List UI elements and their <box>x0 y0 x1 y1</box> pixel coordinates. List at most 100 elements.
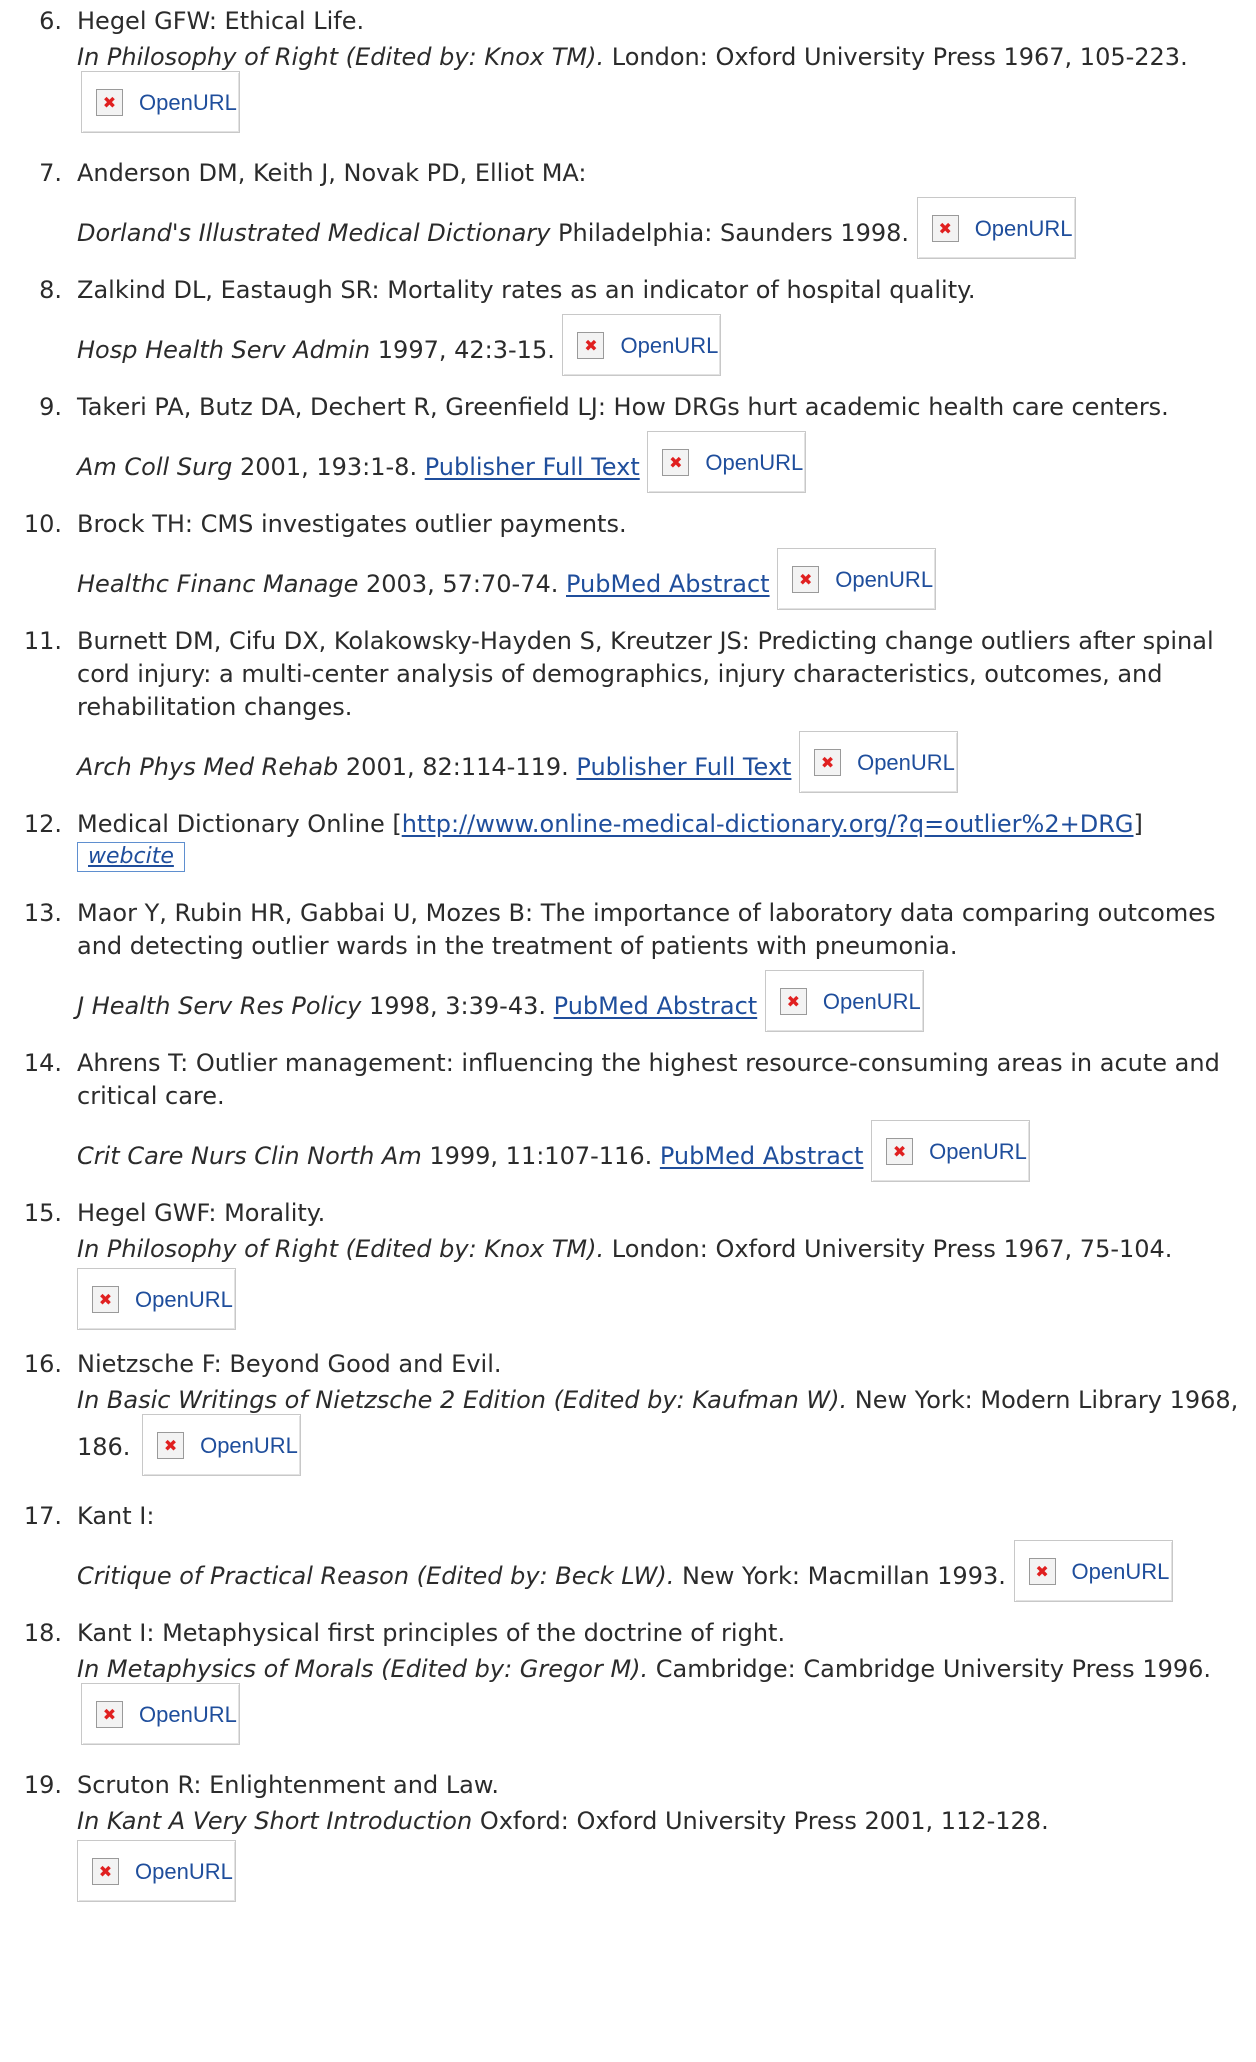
source-details: London: Oxford University Press 1967, 75… <box>604 1235 1173 1263</box>
openurl-label: OpenURL <box>929 1138 1027 1164</box>
openurl-label: OpenURL <box>822 988 921 1014</box>
reference-citation: Crit Care Nurs Clin North Am 1999, 11:10… <box>77 1120 1248 1188</box>
broken-image-icon <box>931 214 959 242</box>
openurl-label: OpenURL <box>135 1286 233 1312</box>
broken-image-icon <box>1028 1557 1056 1585</box>
reference-number: 14. <box>23 1049 62 1077</box>
reference-citation: Healthc Financ Manage 2003, 57:70-74. Pu… <box>77 548 1248 616</box>
reference-number: 8. <box>39 276 62 304</box>
source-title: Hosp Health Serv Admin <box>77 336 371 364</box>
reference-list: 6. Hegel GFW: Ethical Life. In Philosoph… <box>0 0 1256 1902</box>
openurl-label: OpenURL <box>135 1858 233 1884</box>
reference-item: 13. Maor Y, Rubin HR, Gabbai U, Mozes B:… <box>0 897 1256 1038</box>
dictionary-url-link[interactable]: http://www.online-medical-dictionary.org… <box>402 810 1134 838</box>
openurl-label: OpenURL <box>1071 1558 1170 1584</box>
source-details: London: Oxford University Press 1967, 10… <box>604 43 1188 71</box>
source-title: Dorland's Illustrated Medical Dictionary <box>77 219 551 247</box>
openurl-label: OpenURL <box>974 215 1073 241</box>
openurl-label: OpenURL <box>200 1432 298 1458</box>
publisher-full-text-link[interactable]: Publisher Full Text <box>425 453 640 481</box>
reference-number: 7. <box>39 159 62 187</box>
reference-item: 14. Ahrens T: Outlier management: influe… <box>0 1047 1256 1188</box>
broken-image-icon <box>662 448 690 476</box>
broken-image-icon <box>886 1137 914 1165</box>
openurl-button[interactable]: OpenURL <box>1013 1540 1173 1602</box>
pubmed-abstract-link[interactable]: PubMed Abstract <box>660 1142 864 1170</box>
reference-title: Kant I: <box>77 1502 155 1530</box>
reference-number: 17. <box>23 1502 62 1530</box>
reference-item: 9. Takeri PA, Butz DA, Dechert R, Greenf… <box>0 391 1256 499</box>
openurl-button[interactable]: OpenURL <box>871 1120 1031 1182</box>
source-title: In Philosophy of Right (Edited by: Knox … <box>77 1235 605 1263</box>
pubmed-abstract-link[interactable]: PubMed Abstract <box>566 570 770 598</box>
source-details: Philadelphia: Saunders 1998. <box>550 219 910 247</box>
reference-citation: J Health Serv Res Policy 1998, 3:39-43. … <box>77 970 1248 1038</box>
source-title: Critique of Practical Reason (Edited by:… <box>77 1562 675 1590</box>
reference-title-end: ] <box>1133 810 1143 838</box>
openurl-button[interactable]: OpenURL <box>81 71 240 133</box>
reference-number: 12. <box>23 810 62 838</box>
broken-image-icon <box>92 1857 119 1885</box>
openurl-label: OpenURL <box>835 566 934 592</box>
openurl-button[interactable]: OpenURL <box>916 197 1076 259</box>
reference-item: 6. Hegel GFW: Ethical Life. In Philosoph… <box>0 0 1256 136</box>
source-details: 2003, 57:70-74. <box>358 570 559 598</box>
openurl-button[interactable]: OpenURL <box>77 1840 236 1902</box>
source-details: Oxford: Oxford University Press 2001, 11… <box>472 1807 1049 1835</box>
openurl-button[interactable]: OpenURL <box>799 731 959 793</box>
reference-number: 13. <box>23 899 62 927</box>
reference-title: Zalkind DL, Eastaugh SR: Mortality rates… <box>77 276 976 304</box>
source-title: In Basic Writings of Nietzsche 2 Edition… <box>77 1386 848 1414</box>
openurl-button[interactable]: OpenURL <box>764 970 924 1032</box>
reference-title: Maor Y, Rubin HR, Gabbai U, Mozes B: The… <box>77 899 1216 960</box>
reference-title: Nietzsche F: Beyond Good and Evil. <box>77 1350 502 1378</box>
publisher-full-text-link[interactable]: Publisher Full Text <box>576 753 791 781</box>
openurl-button[interactable]: OpenURL <box>562 314 722 376</box>
reference-item: 18. Kant I: Metaphysical first principle… <box>0 1617 1256 1748</box>
reference-title: Medical Dictionary Online [http://www.on… <box>77 808 1248 841</box>
reference-item: 8. Zalkind DL, Eastaugh SR: Mortality ra… <box>0 274 1256 382</box>
source-details: New York: Macmillan 1993. <box>674 1562 1006 1590</box>
broken-image-icon <box>577 331 605 359</box>
source-title: Am Coll Surg <box>77 453 233 481</box>
reference-title-text: Medical Dictionary Online [ <box>77 810 402 838</box>
broken-image-icon <box>157 1431 185 1459</box>
reference-citation: In Philosophy of Right (Edited by: Knox … <box>77 41 1248 136</box>
reference-citation: Arch Phys Med Rehab 2001, 82:114-119. Pu… <box>77 731 1248 799</box>
broken-image-icon <box>96 1700 123 1728</box>
reference-number: 19. <box>23 1771 62 1799</box>
source-details: 2001, 193:1-8. <box>232 453 418 481</box>
reference-citation: In Basic Writings of Nietzsche 2 Edition… <box>77 1384 1248 1479</box>
reference-title: Ahrens T: Outlier management: influencin… <box>77 1049 1220 1110</box>
source-details: 1998, 3:39-43. <box>361 992 546 1020</box>
reference-item: 12. Medical Dictionary Online [http://ww… <box>0 808 1256 872</box>
reference-item: 15. Hegel GWF: Morality. In Philosophy o… <box>0 1197 1256 1330</box>
reference-number: 15. <box>23 1199 62 1227</box>
reference-number: 10. <box>23 510 62 538</box>
source-title: In Kant A Very Short Introduction <box>77 1807 473 1835</box>
source-title: In Metaphysics of Morals (Edited by: Gre… <box>77 1655 649 1683</box>
openurl-button[interactable]: OpenURL <box>647 431 807 493</box>
reference-number: 18. <box>23 1619 62 1647</box>
reference-citation: Critique of Practical Reason (Edited by:… <box>77 1540 1248 1608</box>
reference-number: 6. <box>39 7 62 35</box>
reference-number: 16. <box>23 1350 62 1378</box>
reference-item: 16. Nietzsche F: Beyond Good and Evil. I… <box>0 1348 1256 1479</box>
webcite-link[interactable]: webcite <box>77 842 185 872</box>
source-details: 2001, 82:114-119. <box>338 753 569 781</box>
broken-image-icon <box>779 987 807 1015</box>
openurl-button[interactable]: OpenURL <box>777 548 937 610</box>
openurl-label: OpenURL <box>705 449 804 475</box>
openurl-button[interactable]: OpenURL <box>77 1268 236 1330</box>
openurl-label: OpenURL <box>139 1701 237 1727</box>
reference-title: Scruton R: Enlightenment and Law. <box>77 1771 499 1799</box>
reference-item: 7. Anderson DM, Keith J, Novak PD, Ellio… <box>0 157 1256 265</box>
source-details: Cambridge: Cambridge University Press 19… <box>648 1655 1212 1683</box>
reference-item: 11. Burnett DM, Cifu DX, Kolakowsky-Hayd… <box>0 625 1256 799</box>
openurl-label: OpenURL <box>620 332 719 358</box>
source-title: In Philosophy of Right (Edited by: Knox … <box>77 43 605 71</box>
pubmed-abstract-link[interactable]: PubMed Abstract <box>554 992 758 1020</box>
openurl-button[interactable]: OpenURL <box>142 1414 302 1476</box>
reference-citation: In Metaphysics of Morals (Edited by: Gre… <box>77 1653 1248 1748</box>
openurl-button[interactable]: OpenURL <box>81 1683 240 1745</box>
